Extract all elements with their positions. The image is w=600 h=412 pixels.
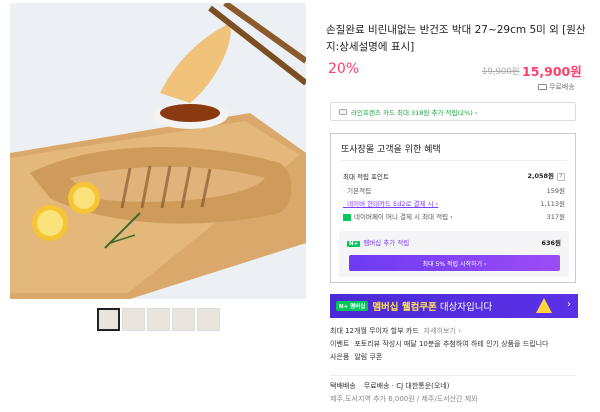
shipping-details: 무료배송 · CJ 대한통운(오네) bbox=[363, 382, 450, 390]
divider bbox=[330, 375, 576, 376]
membership-badge: N+ 멤버십 bbox=[336, 301, 369, 311]
details-link[interactable]: 자세히보기 › bbox=[424, 326, 461, 339]
product-title: 손질완료 비린내없는 반건조 박대 27~29cm 5미 외 [원산지:상세설명… bbox=[326, 24, 586, 53]
warning-icon bbox=[536, 298, 552, 313]
sale-price: 15,900원 bbox=[522, 64, 582, 79]
benefit-title: 또사장몰 고객을 위한 혜택 bbox=[341, 145, 441, 155]
coupon-subtitle: 대상자입니다 bbox=[439, 302, 493, 313]
info-line-event: 이벤트 포토리뷰 작성시 매달 10분을 추첨하여 하테 인기 상품을 드립니다 bbox=[330, 339, 588, 352]
main-product-image[interactable] bbox=[10, 3, 306, 299]
thumbnail-strip bbox=[97, 308, 220, 331]
product-info: 손질완료 비린내없는 반건조 박대 27~29cm 5미 외 [원산지:상세설명… bbox=[326, 0, 588, 412]
free-shipping-badge: 무료배송 bbox=[538, 82, 575, 92]
shipping-method: 택배배송 bbox=[330, 382, 356, 390]
coupon-title: 멤버십 웰컴쿠폰 bbox=[372, 302, 437, 313]
benefit-row-hyundai-card[interactable]: 네이버 현대카드 Ed2로 결제 시 › 1,113원 bbox=[343, 198, 565, 208]
free-shipping-label: 무료배송 bbox=[549, 83, 575, 91]
info-extra: 알림 쿠폰 bbox=[354, 353, 383, 361]
original-price: 19,900원 bbox=[482, 67, 520, 77]
extra-info-list: 최대 12개월 무이자 할부 카드 자세히보기 › 이벤트 포토리뷰 작성시 매… bbox=[330, 326, 588, 365]
thumbnail-3[interactable] bbox=[147, 308, 170, 331]
benefit-row-basic: 기본적립 159원 bbox=[343, 185, 565, 195]
welcome-coupon-banner[interactable]: N+ 멤버십 멤버십 웰컴쿠폰 대상자입니다 › bbox=[330, 294, 578, 318]
discount-rate: 20% bbox=[328, 61, 360, 77]
info-label: 사은품 bbox=[330, 353, 350, 361]
thumbnail-1[interactable] bbox=[97, 308, 120, 331]
membership-box: N+ 멤버십 추가 적립 636원 최대 5% 적립 시작하기 › bbox=[339, 231, 569, 277]
max-points-label: 최대 적립 포인트 bbox=[343, 172, 389, 181]
info-label: 최대 12개월 무이자 할부 카드 bbox=[330, 327, 419, 335]
credit-card-icon bbox=[339, 108, 347, 115]
naver-plus-badge: N+ bbox=[347, 241, 361, 247]
fish-photo-illustration bbox=[10, 3, 306, 299]
npay-icon bbox=[343, 213, 351, 221]
benefit-box: 또사장몰 고객을 위한 혜택 최대 적립 포인트 2,058원? 기본적립 15… bbox=[330, 133, 576, 283]
membership-label: 멤버십 추가 적립 bbox=[363, 239, 410, 247]
benefit-row-label[interactable]: 네이버 현대카드 Ed2로 결제 시 › bbox=[343, 198, 438, 208]
product-gallery bbox=[0, 0, 306, 412]
thumbnail-4[interactable] bbox=[172, 308, 195, 331]
benefit-row-value: 1,113원 bbox=[540, 200, 565, 208]
benefit-row-npay-money[interactable]: 네이버페이 머니 결제 시 최대 적립 › 317원 bbox=[343, 211, 565, 221]
max-points-value: 2,058원 bbox=[527, 172, 554, 180]
membership-value: 636원 bbox=[541, 239, 561, 247]
info-line-gift: 사은품 알림 쿠폰 bbox=[330, 352, 588, 365]
benefit-row-label[interactable]: 네이버페이 머니 결제 시 최대 적립 › bbox=[354, 213, 453, 221]
chevron-right-icon: › bbox=[567, 299, 571, 310]
info-extra: 포토리뷰 작성시 매달 10분을 추첨하여 하테 인기 상품을 드립니다 bbox=[354, 340, 549, 348]
card-benefit-banner[interactable]: 라인프렌즈 카드 최대 318원 추가 적립(2%) › bbox=[330, 102, 576, 121]
thumbnail-2[interactable] bbox=[122, 308, 145, 331]
start-membership-button[interactable]: 최대 5% 적립 시작하기 › bbox=[349, 255, 560, 271]
benefit-row-value: 159원 bbox=[546, 187, 565, 195]
help-icon[interactable]: ? bbox=[557, 173, 565, 181]
thumbnail-5[interactable] bbox=[197, 308, 220, 331]
card-banner-text: 라인프렌즈 카드 최대 318원 추가 적립(2%) › bbox=[351, 108, 478, 117]
divider bbox=[341, 160, 567, 161]
info-label: 이벤트 bbox=[330, 340, 350, 348]
benefit-row-value: 317원 bbox=[546, 213, 565, 221]
benefit-row-label: 기본적립 bbox=[343, 185, 371, 195]
info-line-installment: 최대 12개월 무이자 할부 카드 자세히보기 › bbox=[330, 326, 588, 339]
max-points-row: 최대 적립 포인트 2,058원? bbox=[343, 170, 565, 181]
truck-icon bbox=[538, 84, 547, 90]
shipping-info: 택배배송 무료배송 · CJ 대한통운(오네) 제주,도서지역 추가 6,000… bbox=[330, 381, 588, 404]
shipping-extra-fee: 제주,도서지역 추가 6,000원 / 제주/도서산간 제외 bbox=[330, 395, 478, 403]
membership-row: N+ 멤버십 추가 적립 636원 bbox=[347, 237, 561, 247]
